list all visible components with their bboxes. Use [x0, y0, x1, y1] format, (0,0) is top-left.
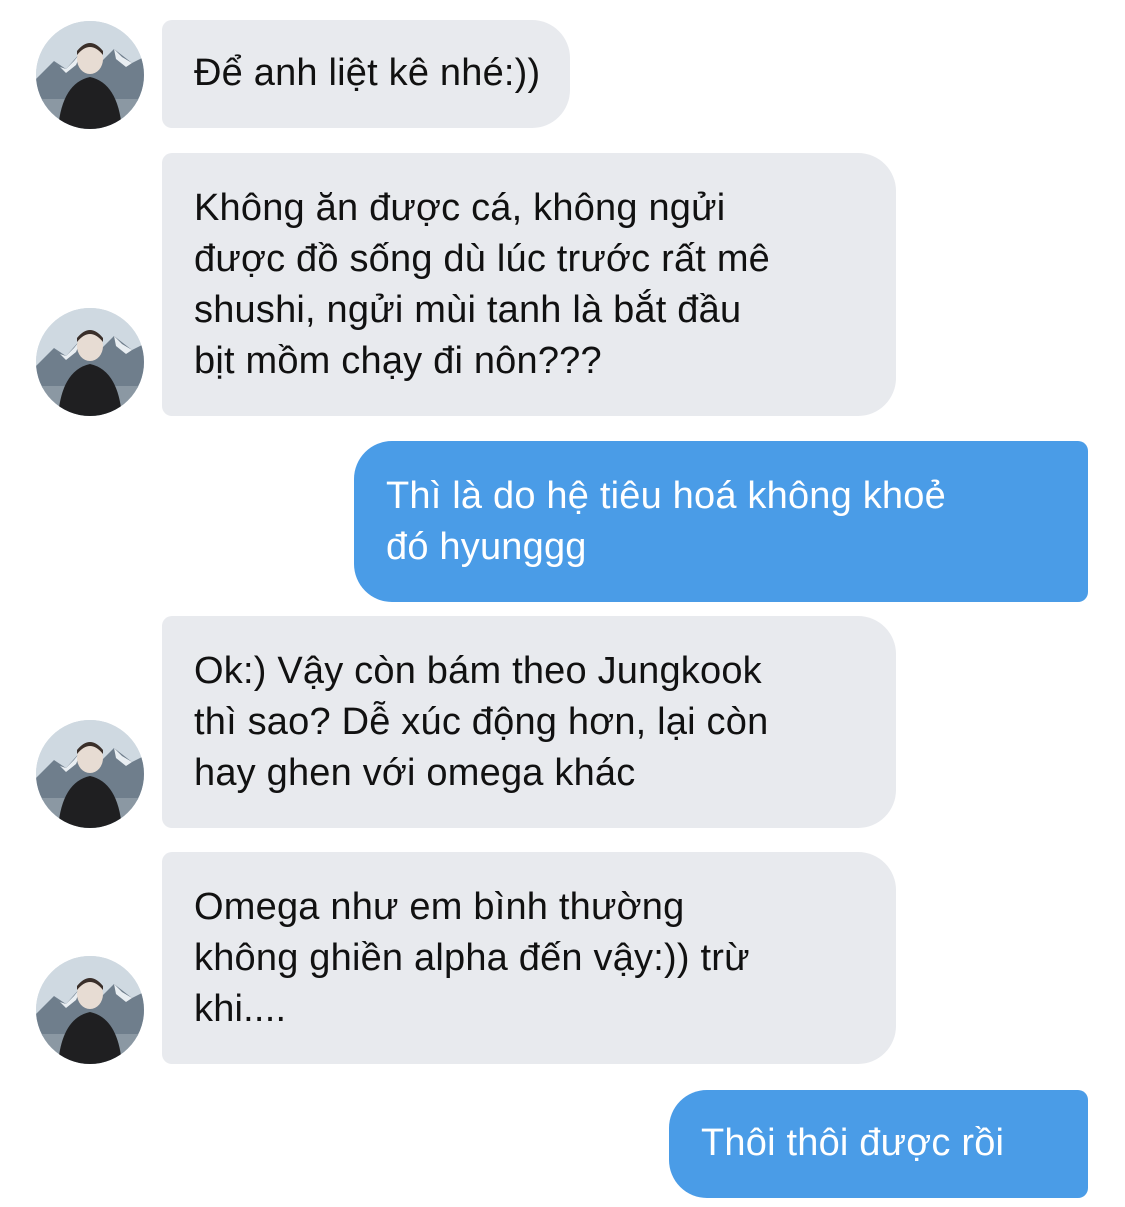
avatar-photo-icon	[36, 308, 144, 416]
incoming-message-bubble[interactable]: Không ăn được cá, không ngửi được đồ sốn…	[162, 153, 896, 416]
avatar-photo-icon	[36, 720, 144, 828]
incoming-message-bubble[interactable]: Ok:) Vậy còn bám theo Jungkook thì sao? …	[162, 616, 896, 828]
outgoing-message-bubble[interactable]: Thôi thôi được rồi	[669, 1090, 1088, 1198]
incoming-message-bubble[interactable]: Omega như em bình thường không ghiền alp…	[162, 852, 896, 1064]
contact-avatar[interactable]	[36, 956, 144, 1064]
incoming-message-bubble[interactable]: Để anh liệt kê nhé:))	[162, 20, 571, 128]
contact-avatar[interactable]	[36, 308, 144, 416]
contact-avatar[interactable]	[36, 21, 144, 129]
avatar-photo-icon	[36, 21, 144, 129]
contact-avatar[interactable]	[36, 720, 144, 828]
outgoing-message-bubble[interactable]: Thì là do hệ tiêu hoá không khoẻ đó hyun…	[354, 441, 1088, 602]
avatar-photo-icon	[36, 956, 144, 1064]
